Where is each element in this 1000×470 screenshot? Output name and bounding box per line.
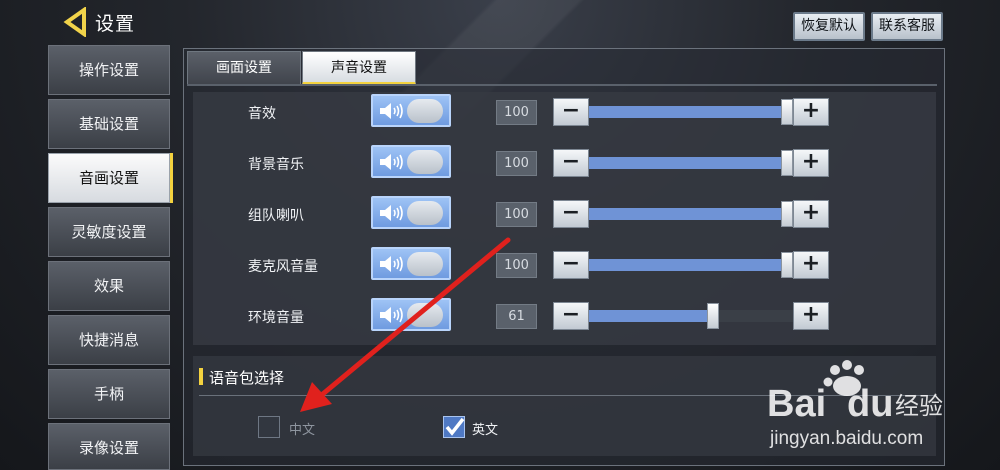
toggle-knob [407,303,443,327]
sidebar-item-recording[interactable]: 录像设置 [48,423,170,470]
slider-thumb[interactable] [780,150,793,176]
sidebar-item-sensitivity[interactable]: 灵敏度设置 [48,207,170,257]
decrease-button[interactable]: − [553,200,589,228]
volume-slider[interactable] [589,303,793,329]
sound-row-label: 音效 [248,106,276,122]
sound-toggle[interactable] [371,145,451,178]
english-checkbox[interactable] [443,416,465,438]
chinese-label: 中文 [289,423,316,438]
sound-row-label: 组队喇叭 [248,208,304,224]
sound-toggle[interactable] [371,94,451,127]
sound-toggle[interactable] [371,298,451,331]
checkmark-icon [445,417,465,436]
section-accent-bar [199,368,203,385]
speaker-icon [380,256,403,272]
sound-row-label: 背景音乐 [248,157,304,173]
slider-thumb[interactable] [780,99,793,125]
toggle-knob [407,252,443,276]
volume-value: 100 [496,100,537,125]
page-title: 设置 [95,13,136,35]
tab-sound[interactable]: 声音设置 [302,51,416,85]
increase-button[interactable]: + [793,200,829,228]
restore-default-button[interactable]: 恢复默认 [793,12,865,41]
speaker-icon [380,103,403,119]
increase-button[interactable]: + [793,302,829,330]
volume-value: 100 [496,253,537,278]
sound-toggle[interactable] [371,247,451,280]
slider-fill [589,106,793,118]
slider-thumb[interactable] [780,252,793,278]
sound-row-label: 麦克风音量 [248,259,318,275]
volume-slider[interactable] [589,252,793,278]
sidebar-item-audio-video[interactable]: 音画设置 [48,153,170,203]
volume-slider[interactable] [589,99,793,125]
english-label: 英文 [472,423,499,438]
watermark-url: jingyan.baidu.com [770,428,924,449]
toggle-knob [407,201,443,225]
sidebar-item-operation[interactable]: 操作设置 [48,45,170,95]
decrease-button[interactable]: − [553,98,589,126]
decrease-button[interactable]: − [553,149,589,177]
slider-fill [589,259,793,271]
volume-slider[interactable] [589,150,793,176]
toggle-knob [407,150,443,174]
contact-support-button[interactable]: 联系客服 [871,12,943,41]
speaker-icon [380,205,403,221]
sidebar-item-controller[interactable]: 手柄 [48,369,170,419]
increase-button[interactable]: + [793,149,829,177]
tab-divider [187,84,937,86]
sidebar-item-quick-messages[interactable]: 快捷消息 [48,315,170,365]
slider-fill [589,208,793,220]
voice-pack-title: 语音包选择 [209,369,285,387]
volume-value: 100 [496,151,537,176]
decrease-button[interactable]: − [553,251,589,279]
volume-value: 61 [496,304,537,329]
slider-thumb[interactable] [707,303,720,329]
volume-slider[interactable] [589,201,793,227]
speaker-icon [380,307,403,323]
back-arrow-icon[interactable] [62,7,92,37]
svg-text:经验: 经验 [895,392,943,420]
slider-thumb[interactable] [780,201,793,227]
slider-fill [589,157,793,169]
slider-fill [589,310,714,322]
sidebar-item-basic[interactable]: 基础设置 [48,99,170,149]
svg-text:Bai: Bai [767,383,826,425]
sidebar-item-effects[interactable]: 效果 [48,261,170,311]
volume-value: 100 [496,202,537,227]
decrease-button[interactable]: − [553,302,589,330]
increase-button[interactable]: + [793,98,829,126]
speaker-icon [380,154,403,170]
toggle-knob [407,99,443,123]
tab-display[interactable]: 画面设置 [187,51,301,85]
svg-text:du: du [847,383,893,425]
sound-row-label: 环境音量 [248,310,304,326]
sound-toggle[interactable] [371,196,451,229]
increase-button[interactable]: + [793,251,829,279]
chinese-checkbox[interactable] [258,416,280,438]
